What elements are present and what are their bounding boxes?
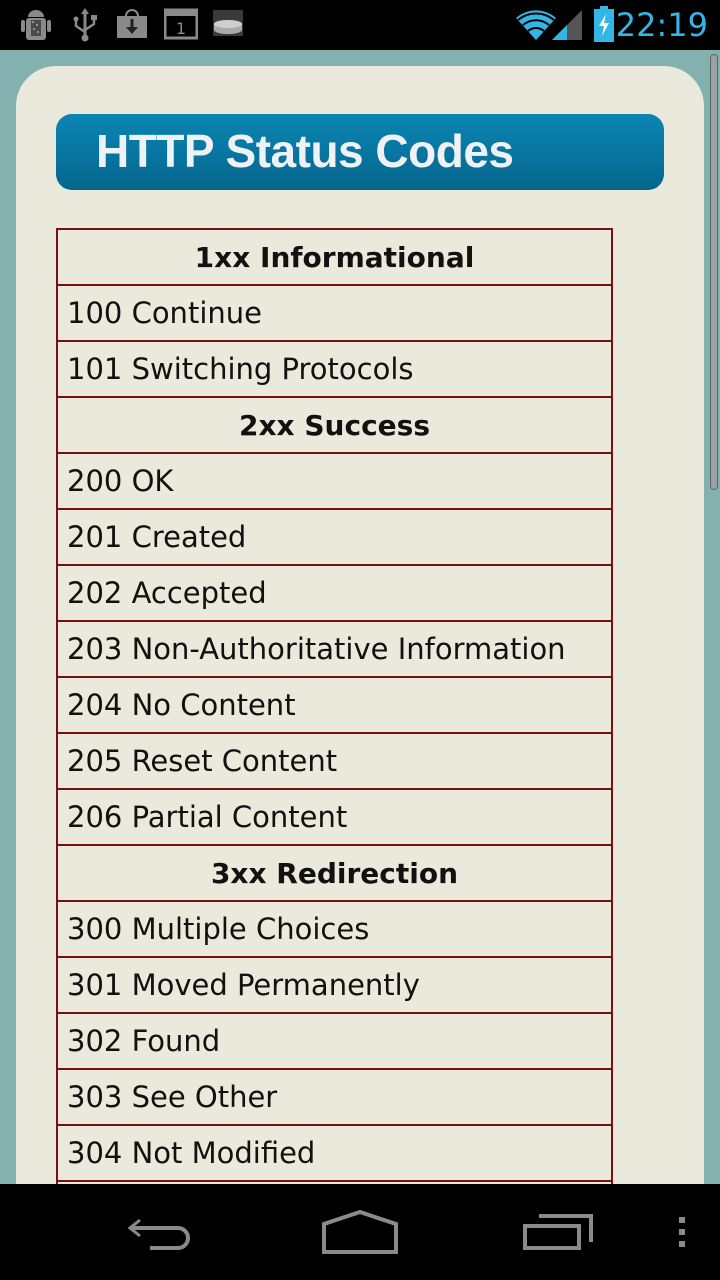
status-code-label: 100 Continue <box>56 284 613 342</box>
status-code-row[interactable]: 201 Created <box>56 508 613 566</box>
recent-apps-icon <box>523 1214 593 1250</box>
status-code-row[interactable]: 100 Continue <box>56 284 613 342</box>
recent-apps-button[interactable] <box>514 1208 604 1256</box>
status-code-row[interactable]: 206 Partial Content <box>56 788 613 846</box>
status-code-row[interactable]: 304 Not Modified <box>56 1124 613 1182</box>
section-header-row: 1xx Informational <box>56 228 613 286</box>
status-code-label: 101 Switching Protocols <box>56 340 613 398</box>
download-icon <box>116 8 148 45</box>
status-code-row[interactable]: 300 Multiple Choices <box>56 900 613 958</box>
calendar-icon: 1 <box>163 8 199 45</box>
status-code-label: 203 Non-Authoritative Information <box>56 620 613 678</box>
status-bar: 1 22:19 <box>0 0 720 50</box>
status-code-label: 303 See Other <box>56 1068 613 1126</box>
signal-icon <box>552 10 582 45</box>
app-content: HTTP Status Codes 1xx Informational 100 C… <box>0 50 720 1184</box>
navigation-bar <box>0 1184 720 1280</box>
home-icon <box>322 1210 398 1254</box>
wifi-icon <box>516 10 556 45</box>
status-code-label: 206 Partial Content <box>56 788 613 846</box>
back-icon <box>127 1218 190 1250</box>
status-code-label: 300 Multiple Choices <box>56 900 613 958</box>
android-debug-icon <box>20 8 52 47</box>
title-banner: HTTP Status Codes <box>56 114 664 190</box>
battery-charging-icon <box>594 6 614 47</box>
status-code-row[interactable]: 202 Accepted <box>56 564 613 622</box>
section-header: 3xx Redirection <box>56 844 613 902</box>
status-code-label: 201 Created <box>56 508 613 566</box>
storage-icon <box>212 8 244 45</box>
home-button[interactable] <box>315 1208 405 1256</box>
status-code-row[interactable]: 101 Switching Protocols <box>56 340 613 398</box>
status-code-row[interactable]: 302 Found <box>56 1012 613 1070</box>
scrollbar[interactable] <box>710 54 718 490</box>
status-code-row[interactable]: 203 Non-Authoritative Information <box>56 620 613 678</box>
status-code-row[interactable]: 301 Moved Permanently <box>56 956 613 1014</box>
status-code-label: 205 Reset Content <box>56 732 613 790</box>
menu-button[interactable] <box>664 1208 700 1256</box>
status-code-row[interactable]: 204 No Content <box>56 676 613 734</box>
status-code-label: 204 No Content <box>56 676 613 734</box>
status-code-row[interactable]: 205 Reset Content <box>56 732 613 790</box>
status-code-row[interactable]: 303 See Other <box>56 1068 613 1126</box>
status-code-label: 200 OK <box>56 452 613 510</box>
status-code-row[interactable]: 200 OK <box>56 452 613 510</box>
section-header-row: 2xx Success <box>56 396 613 454</box>
status-codes-table: 1xx Informational 100 Continue 101 Switchi… <box>56 228 613 1184</box>
section-header-row: 3xx Redirection <box>56 844 613 902</box>
page-title: HTTP Status Codes <box>96 125 514 177</box>
status-code-label: 302 Found <box>56 1012 613 1070</box>
usb-icon <box>72 8 98 47</box>
section-header: 1xx Informational <box>56 228 613 286</box>
svg-text:1: 1 <box>176 19 186 38</box>
status-code-label: 304 Not Modified <box>56 1124 613 1182</box>
content-card: HTTP Status Codes 1xx Informational 100 C… <box>16 66 704 1184</box>
status-code-label: 202 Accepted <box>56 564 613 622</box>
back-button[interactable] <box>116 1208 206 1256</box>
status-code-label: 301 Moved Permanently <box>56 956 613 1014</box>
section-header: 2xx Success <box>56 396 613 454</box>
status-time: 22:19 <box>615 6 708 44</box>
overflow-menu-icon <box>679 1217 685 1247</box>
